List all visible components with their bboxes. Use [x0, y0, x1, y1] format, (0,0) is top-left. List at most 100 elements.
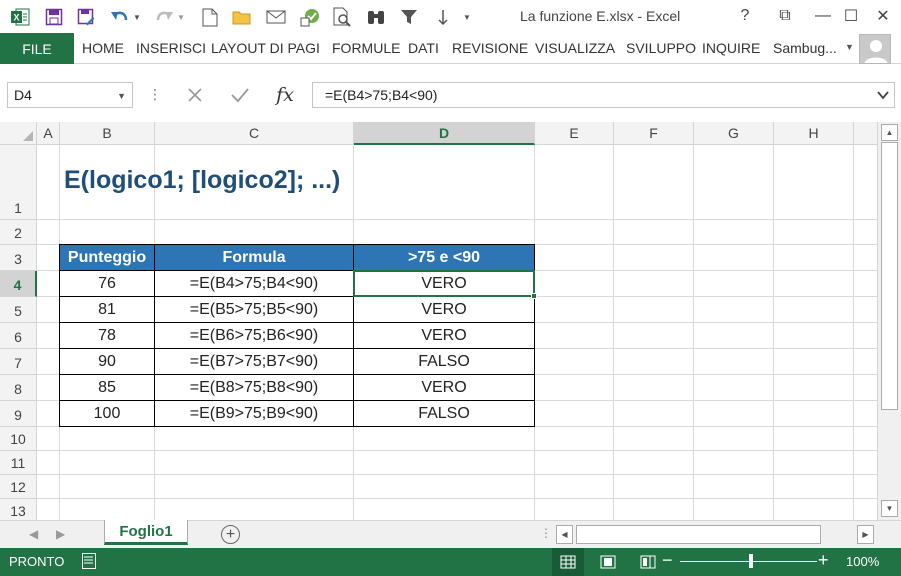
row-header-2[interactable]: 2 [0, 220, 37, 245]
ribbon-display-options-icon[interactable]: ⧉ [770, 4, 800, 28]
row-header-8[interactable]: 8 [0, 375, 37, 401]
table-cell[interactable]: 90 [59, 349, 155, 375]
horizontal-scroll-thumb[interactable] [576, 525, 821, 544]
column-header-h[interactable]: H [774, 122, 854, 145]
worksheet-grid[interactable]: A B C D E F G H 1 2 3 4 5 6 7 8 9 10 11 … [0, 122, 877, 520]
table-cell[interactable]: 100 [59, 401, 155, 427]
normal-view-icon[interactable] [552, 548, 584, 576]
previous-sheet-icon[interactable]: ◀ [29, 527, 38, 541]
zoom-slider-thumb[interactable] [749, 554, 753, 568]
tab-file[interactable]: FILE [0, 33, 74, 64]
row-header-13[interactable]: 13 [0, 499, 37, 520]
sheet-tab-foglio1[interactable]: Foglio1 [104, 520, 188, 545]
row-header-1[interactable]: 1 [0, 145, 37, 220]
row-header-6[interactable]: 6 [0, 323, 37, 349]
row-header-9[interactable]: 9 [0, 401, 37, 427]
macro-record-icon[interactable] [82, 553, 96, 569]
scroll-up-icon[interactable]: ▲ [881, 124, 898, 141]
table-cell[interactable]: =E(B9>75;B9<90) [155, 401, 354, 427]
vertical-scroll-thumb[interactable] [881, 142, 898, 410]
table-cell[interactable]: =E(B5>75;B5<90) [155, 297, 354, 323]
column-header-d[interactable]: D [354, 122, 535, 145]
column-header-a[interactable]: A [37, 122, 60, 145]
table-cell[interactable]: VERO [354, 323, 535, 349]
tab-visualizza[interactable]: VISUALIZZA [535, 40, 615, 56]
table-cell[interactable]: =E(B6>75;B6<90) [155, 323, 354, 349]
table-cell[interactable]: FALSO [354, 349, 535, 375]
redo-icon[interactable] [152, 5, 176, 29]
maximize-icon[interactable]: ☐ [836, 4, 866, 28]
table-cell[interactable]: VERO [354, 297, 535, 323]
table-cell[interactable]: VERO [354, 375, 535, 401]
active-cell-selection[interactable] [353, 270, 535, 297]
sort-icon[interactable] [431, 5, 455, 29]
email-icon[interactable] [264, 5, 288, 29]
print-preview-icon[interactable] [330, 5, 354, 29]
row-header-5[interactable]: 5 [0, 297, 37, 323]
table-cell[interactable]: =E(B7>75;B7<90) [155, 349, 354, 375]
redo-dropdown-icon[interactable]: ▼ [176, 5, 186, 29]
undo-icon[interactable] [108, 5, 132, 29]
tab-layout[interactable]: LAYOUT DI PAGI [211, 40, 320, 56]
zoom-out-icon[interactable]: − [662, 550, 673, 571]
zoom-in-icon[interactable]: + [818, 550, 829, 571]
column-header-f[interactable]: F [614, 122, 694, 145]
select-all-button[interactable] [0, 122, 37, 145]
save-as-icon[interactable] [74, 5, 98, 29]
table-cell[interactable]: 85 [59, 375, 155, 401]
tab-inquire[interactable]: INQUIRE [702, 40, 760, 56]
next-sheet-icon[interactable]: ▶ [56, 527, 65, 541]
close-icon[interactable]: ✕ [868, 4, 898, 28]
vertical-scrollbar[interactable]: ▲ ▼ [877, 122, 901, 520]
column-header-e[interactable]: E [535, 122, 614, 145]
row-header-12[interactable]: 12 [0, 475, 37, 499]
row-header-7[interactable]: 7 [0, 349, 37, 375]
scroll-down-icon[interactable]: ▼ [881, 500, 898, 517]
undo-dropdown-icon[interactable]: ▼ [132, 5, 142, 29]
insert-function-icon[interactable]: fx [272, 84, 298, 106]
open-folder-icon[interactable] [230, 5, 254, 29]
row-header-4[interactable]: 4 [0, 271, 37, 297]
table-cell[interactable]: =E(B4>75;B4<90) [155, 271, 354, 297]
account-dropdown-icon[interactable]: ▼ [845, 42, 854, 52]
name-box-dropdown-icon[interactable]: ▼ [117, 91, 126, 101]
filter-icon[interactable] [397, 5, 421, 29]
row-header-3[interactable]: 3 [0, 245, 37, 271]
table-cell[interactable]: 81 [59, 297, 155, 323]
scroll-right-icon[interactable]: ▶ [857, 525, 874, 544]
customize-toolbar-icon[interactable]: ▼ [460, 5, 474, 29]
page-break-preview-icon[interactable] [632, 548, 664, 576]
tab-split-handle-icon[interactable]: ⋮ [540, 526, 552, 540]
minimize-icon[interactable]: — [808, 4, 838, 28]
tab-home[interactable]: HOME [82, 40, 124, 56]
tab-dati[interactable]: DATI [408, 40, 439, 56]
table-header-cell[interactable]: Punteggio [59, 244, 155, 271]
tab-inserisci[interactable]: INSERISCI [136, 40, 206, 56]
zoom-level[interactable]: 100% [846, 554, 879, 569]
column-header-c[interactable]: C [155, 122, 354, 145]
formula-input[interactable]: =E(B4>75;B4<90) [312, 82, 895, 108]
account-name[interactable]: Sambug... [773, 40, 837, 56]
tab-formule[interactable]: FORMULE [332, 40, 400, 56]
fill-handle[interactable] [531, 293, 537, 299]
new-document-icon[interactable] [198, 5, 222, 29]
table-cell[interactable]: FALSO [354, 401, 535, 427]
table-header-cell[interactable]: >75 e <90 [354, 244, 535, 271]
tab-revisione[interactable]: REVISIONE [452, 40, 528, 56]
table-cell[interactable]: =E(B8>75;B8<90) [155, 375, 354, 401]
find-binoculars-icon[interactable] [364, 5, 388, 29]
column-header-g[interactable]: G [694, 122, 774, 145]
cancel-icon[interactable] [182, 84, 208, 106]
tab-sviluppo[interactable]: SVILUPPO [626, 40, 696, 56]
row-header-10[interactable]: 10 [0, 427, 37, 451]
table-header-cell[interactable]: Formula [155, 244, 354, 271]
scroll-left-icon[interactable]: ◀ [556, 525, 573, 544]
table-cell[interactable]: 78 [59, 323, 155, 349]
avatar[interactable] [859, 34, 891, 64]
horizontal-scrollbar[interactable]: ◀ ▶ [556, 525, 874, 544]
page-layout-view-icon[interactable] [592, 548, 624, 576]
column-header-b[interactable]: B [60, 122, 155, 145]
table-cell[interactable]: 76 [59, 271, 155, 297]
excel-logo-icon[interactable]: X [8, 5, 32, 29]
expand-formula-bar-icon[interactable] [876, 88, 890, 105]
